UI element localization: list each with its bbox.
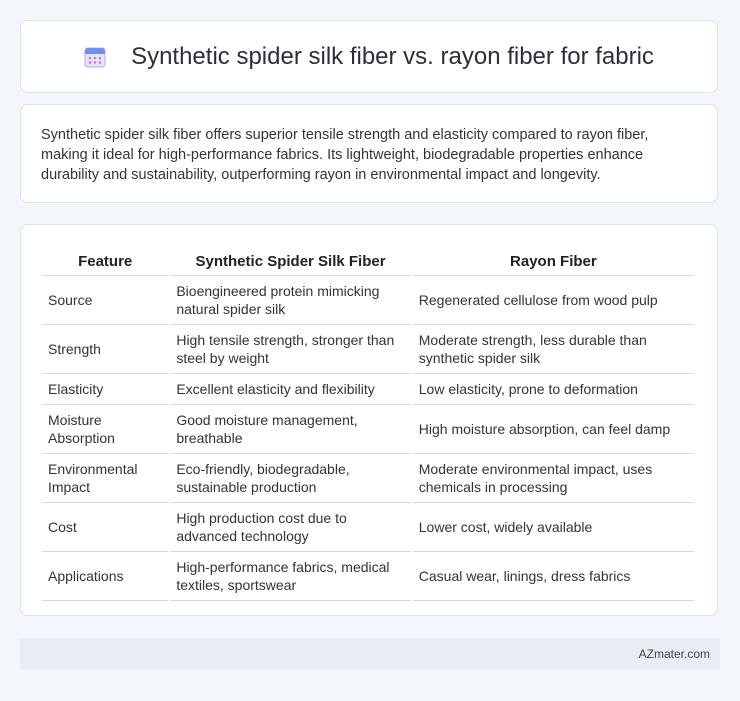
spider-silk-cell: High-performance fabrics, medical textil… xyxy=(170,552,411,601)
spider-silk-cell: Bioengineered protein mimicking natural … xyxy=(170,276,411,325)
table-row: Source Bioengineered protein mimicking n… xyxy=(42,276,694,325)
title-wrap: Synthetic spider silk fiber vs. rayon fi… xyxy=(84,43,654,71)
feature-cell: Applications xyxy=(42,552,169,601)
table-row: Applications High-performance fabrics, m… xyxy=(42,552,694,601)
comparison-table-card: Feature Synthetic Spider Silk Fiber Rayo… xyxy=(20,224,718,616)
spider-silk-cell: Excellent elasticity and flexibility xyxy=(170,374,411,405)
rayon-cell: Regenerated cellulose from wood pulp xyxy=(412,276,694,325)
header-feature: Feature xyxy=(42,243,169,276)
footer-brand[interactable]: AZmater.com xyxy=(639,647,710,661)
rayon-cell: Low elasticity, prone to deformation xyxy=(412,374,694,405)
spider-silk-cell: High production cost due to advanced tec… xyxy=(170,503,411,552)
calendar-icon xyxy=(84,46,106,68)
table-row: Moisture Absorption Good moisture manage… xyxy=(42,405,694,454)
feature-cell: Source xyxy=(42,276,169,325)
spider-silk-cell: Eco-friendly, biodegradable, sustainable… xyxy=(170,454,411,503)
table-row: Elasticity Excellent elasticity and flex… xyxy=(42,374,694,405)
rayon-cell: High moisture absorption, can feel damp xyxy=(412,405,694,454)
summary-card: Synthetic spider silk fiber offers super… xyxy=(20,104,718,203)
feature-cell: Cost xyxy=(42,503,169,552)
feature-cell: Environmental Impact xyxy=(42,454,169,503)
table-header-row: Feature Synthetic Spider Silk Fiber Rayo… xyxy=(42,243,694,276)
header-spider-silk: Synthetic Spider Silk Fiber xyxy=(170,243,411,276)
summary-text: Synthetic spider silk fiber offers super… xyxy=(41,127,649,183)
rayon-cell: Lower cost, widely available xyxy=(412,503,694,552)
rayon-cell: Moderate strength, less durable than syn… xyxy=(412,325,694,374)
comparison-table: Feature Synthetic Spider Silk Fiber Rayo… xyxy=(40,243,696,601)
rayon-cell: Moderate environmental impact, uses chem… xyxy=(412,454,694,503)
rayon-cell: Casual wear, linings, dress fabrics xyxy=(412,552,694,601)
table-row: Cost High production cost due to advance… xyxy=(42,503,694,552)
header-rayon: Rayon Fiber xyxy=(412,243,694,276)
title-card: Synthetic spider silk fiber vs. rayon fi… xyxy=(20,20,718,93)
page-title: Synthetic spider silk fiber vs. rayon fi… xyxy=(131,42,654,70)
spider-silk-cell: High tensile strength, stronger than ste… xyxy=(170,325,411,374)
table-row: Environmental Impact Eco-friendly, biode… xyxy=(42,454,694,503)
table-row: Strength High tensile strength, stronger… xyxy=(42,325,694,374)
footer-bar: AZmater.com xyxy=(20,638,720,670)
spider-silk-cell: Good moisture management, breathable xyxy=(170,405,411,454)
feature-cell: Elasticity xyxy=(42,374,169,405)
feature-cell: Strength xyxy=(42,325,169,374)
feature-cell: Moisture Absorption xyxy=(42,405,169,454)
